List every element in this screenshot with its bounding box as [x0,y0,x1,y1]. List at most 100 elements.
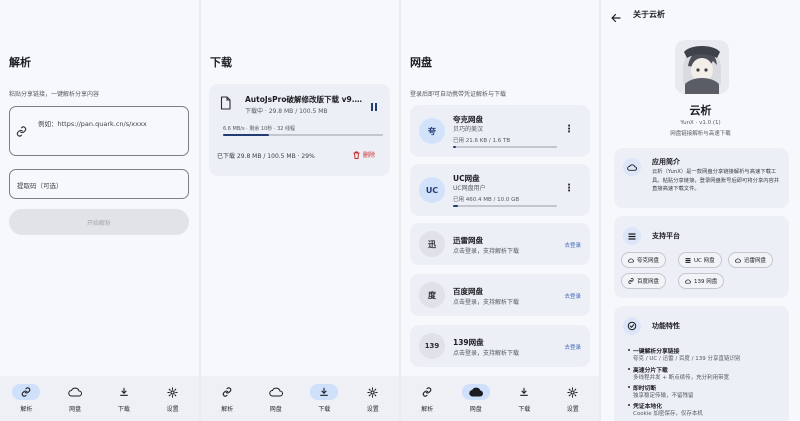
disk-name: 迅雷网盘 [453,236,483,245]
extract-code-placeholder: 提取码（可选） [17,182,63,190]
share-link-placeholder: 例如：https://pan.quark.cn/s/xxxx [38,120,147,128]
features-title: 功能特性 [652,322,680,330]
arrow-left-icon [611,13,621,23]
nav-item-settings[interactable]: 设置 [350,384,396,413]
nav-label: 网盘 [69,406,82,413]
app-logo [675,40,729,94]
nav-label: 下载 [318,406,331,413]
nav-item-parse[interactable]: 解析 [404,384,450,413]
platform-chip: 139 网盘 [678,273,725,289]
platform-label: 夸克网盘 [637,258,660,264]
features-card: 功能特性 一键解析分享链接 夸克 / UC / 迅雷 / 百度 / 139 分享… [614,306,789,421]
page-title: 关于云析 [633,10,665,19]
platform-label: 百度网盘 [637,279,660,285]
disk-card-xunlei[interactable]: 迅 迅雷网盘 点击登录，支持解析下载 去登录 [410,223,590,265]
trash-icon [353,151,360,159]
feature-desc: 多线程并发 + 断点续传，充分利用带宽 [633,375,730,381]
nav-item-download[interactable]: 下载 [501,384,547,413]
download-task-card[interactable]: AutoJsPro破解修改版下载 v9.… 下载中 · 29.8 MB / 10… [209,84,390,176]
app-version: YunX · v1.0 (1) [680,120,721,126]
task-downloaded: 已下载 29.8 MB / 100.5 MB · 29% [217,153,315,160]
gear-icon [159,384,187,400]
disk-card-uc[interactable]: UC UC网盘 UC网盘用户 已用 460.4 MB / 10.0 GB ⋮ [410,164,590,216]
download-icon [510,384,538,400]
disk-card-quark[interactable]: 夸 夸克网盘 贝巧的美汉 已用 21.6 KB / 1.6 TB ⋮ [410,105,590,157]
nav-item-cloud[interactable]: 网盘 [52,384,98,413]
disk-user: 贝巧的美汉 [453,126,484,133]
gear-icon [359,384,387,400]
login-link[interactable]: 去登录 [564,343,581,351]
progress-fill [223,134,270,136]
link-icon [628,278,634,284]
cloud-screen: 网盘 登录后即可自动携带凭证解析与下载 夸 夸克网盘 贝巧的美汉 已用 21.6… [401,0,599,421]
disk-avatar: UC [419,177,445,203]
delete-label: 删除 [363,152,376,159]
platforms-title: 支持平台 [652,232,680,240]
disk-avatar: 迅 [419,231,445,257]
platform-label: 139 网盘 [694,279,718,285]
nav-item-settings[interactable]: 设置 [550,384,596,413]
task-status: 下载中 · 29.8 MB / 100.5 MB [245,108,328,115]
start-parse-button[interactable]: 开始解析 [9,209,189,235]
screen-row: 解析 粘贴分享链接，一键解析分享内容 例如：https://pan.quark.… [0,0,800,421]
share-link-input[interactable]: 例如：https://pan.quark.cn/s/xxxx [9,106,189,156]
link-icon [16,126,27,137]
disk-usage: 已用 21.6 KB / 1.6 TB [453,138,511,144]
page-title: 网盘 [410,56,432,69]
bottom-nav: 解析 网盘 下载 设置 [0,376,199,421]
platforms-card: 支持平台 夸克网盘 UC 网盘 迅雷网盘 百度网盘 139 网盘 [614,216,789,298]
progress-bar [223,134,383,136]
nav-label: 网盘 [469,406,482,413]
disk-card-139[interactable]: 139 139网盘 点击登录，支持解析下载 去登录 [410,325,590,367]
nav-label: 下载 [518,406,531,413]
bullet [628,404,630,406]
back-button[interactable] [610,9,622,23]
more-menu-button[interactable]: ⋮ [564,184,574,194]
disk-avatar: 139 [419,333,445,359]
feature-desc: 独享稳定传输，不留残留 [633,393,694,399]
download-screen: 下载 AutoJsPro破解修改版下载 v9.… 下载中 · 29.8 MB /… [201,0,399,421]
cloud-icon [685,279,691,284]
nav-label: 解析 [421,406,434,413]
more-menu-button[interactable]: ⋮ [564,125,574,135]
disk-user: 点击登录，支持解析下载 [453,350,520,357]
bullet [628,386,630,388]
usage-fill [453,146,457,148]
nav-item-parse[interactable]: 解析 [3,384,49,413]
platform-chip: 夸克网盘 [621,252,667,268]
usage-fill [453,205,459,207]
nav-item-download[interactable]: 下载 [301,384,347,413]
nav-item-cloud[interactable]: 网盘 [253,384,299,413]
disk-user: 点击登录，支持解析下载 [453,299,520,306]
about-screen: 关于云析 云析 YunX · v1.0 (1) 网盘链接解析与高速下载 应用简介… [601,0,800,421]
task-filename: AutoJsPro破解修改版下载 v9.… [245,95,363,104]
delete-button[interactable]: 删除 [353,150,375,159]
cloud-icon [262,384,290,400]
disk-card-baidu[interactable]: 度 百度网盘 点击登录，支持解析下载 去登录 [410,274,590,316]
nav-item-download[interactable]: 下载 [101,384,147,413]
list-icon [685,257,691,263]
platform-chip: 迅雷网盘 [728,252,774,268]
pause-icon [371,103,377,111]
login-link[interactable]: 去登录 [564,241,581,249]
cloud-icon [623,158,641,176]
extract-code-field[interactable]: 提取码（可选） [9,169,189,199]
nav-item-settings[interactable]: 设置 [150,384,196,413]
download-icon [110,384,138,400]
disk-name: 139网盘 [453,338,484,347]
usage-bar [453,205,557,207]
check-circle-icon [623,317,641,335]
intro-title: 应用简介 [652,158,680,166]
nav-label: 网盘 [269,406,282,413]
parse-hint: 粘贴分享链接，一键解析分享内容 [9,91,100,98]
intro-text: 云析（YunX）是一款网盘分享链接解析与高速下载工具。粘贴分享链接，登录网盘账号… [652,169,780,192]
bullet [628,349,630,351]
nav-item-cloud[interactable]: 网盘 [453,384,499,413]
app-tagline: 网盘链接解析与高速下载 [670,131,731,137]
intro-card: 应用简介 云析（YunX）是一款网盘分享链接解析与高速下载工具。粘贴分享链接，登… [614,148,789,208]
link-icon [12,384,41,400]
pause-button[interactable] [369,97,379,111]
nav-item-parse[interactable]: 解析 [204,384,250,413]
link-icon [213,384,241,400]
login-link[interactable]: 去登录 [564,292,581,300]
